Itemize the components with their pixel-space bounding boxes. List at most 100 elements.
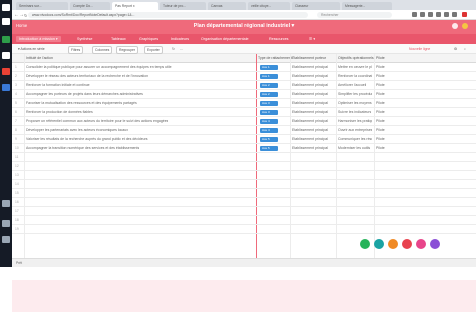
- menu-tab[interactable]: Tableaux: [108, 36, 129, 42]
- settings-icon[interactable]: ⚙: [452, 46, 459, 52]
- type-tag[interactable]: Axe 4: [260, 119, 278, 124]
- table-row[interactable]: 19: [12, 225, 476, 234]
- menu-tab[interactable]: Synthèse: [74, 36, 95, 42]
- table-row[interactable]: 10 Accompagner la transition numérique de…: [12, 144, 476, 153]
- pilot-cell[interactable]: Pilote: [376, 101, 385, 105]
- action-title-cell[interactable]: Développer le réseau des acteurs territo…: [26, 74, 148, 78]
- teal-action-button[interactable]: [374, 239, 384, 249]
- url-field[interactable]: www.vivodocs.com/SoRmt/Doc/ReportNoteDef…: [28, 12, 308, 18]
- pilot-cell[interactable]: Pilote: [376, 83, 385, 87]
- table-row[interactable]: 18: [12, 216, 476, 225]
- column-header[interactable]: Pilote: [376, 56, 385, 60]
- table-row[interactable]: 11: [12, 153, 476, 162]
- action-title-cell[interactable]: Renforcer la formation initiale et conti…: [26, 83, 90, 87]
- type-tag[interactable]: Axe 5: [260, 137, 278, 142]
- type-tag[interactable]: Axe 4: [260, 128, 278, 133]
- browser-tab[interactable]: Compte Do...: [70, 2, 110, 10]
- pilot-cell[interactable]: Pilote: [376, 92, 385, 96]
- pilot-cell[interactable]: Pilote: [376, 119, 385, 123]
- green-action-button[interactable]: [360, 239, 370, 249]
- toolbar-button[interactable]: Regrouper: [116, 46, 139, 54]
- table-row[interactable]: 8 Développer les partenariats avec les ac…: [12, 126, 476, 135]
- table-row[interactable]: 1 Consolider la politique publique pour a…: [12, 63, 476, 72]
- establishment-cell[interactable]: Etablissement principal: [292, 74, 328, 78]
- establishment-cell[interactable]: Etablissement principal: [292, 137, 328, 141]
- extension-icon[interactable]: [412, 12, 417, 17]
- table-row[interactable]: 16: [12, 198, 476, 207]
- page-title[interactable]: Plan départemental régional industriel ▾: [12, 23, 476, 29]
- pilot-cell[interactable]: Pilote: [376, 146, 385, 150]
- objectives-cell[interactable]: Simplifier les procédures: [338, 92, 372, 96]
- table-row[interactable]: 2 Développer le réseau des acteurs territ…: [12, 72, 476, 81]
- user-avatar-icon[interactable]: [462, 23, 468, 29]
- table-row[interactable]: 15: [12, 189, 476, 198]
- objectives-cell[interactable]: Suivre les indicateurs: [338, 110, 371, 114]
- column-header[interactable]: Établissement porteur: [292, 56, 326, 60]
- table-row[interactable]: 9 Valoriser les résultats de la recherche…: [12, 135, 476, 144]
- objectives-cell[interactable]: Mettre en oeuvre le plan d'action: [338, 65, 372, 69]
- browser-tab[interactable]: Classeur: [292, 2, 340, 10]
- type-tag[interactable]: Axe 1: [260, 65, 278, 70]
- establishment-cell[interactable]: Etablissement principal: [292, 92, 328, 96]
- toolbar-button[interactable]: Exporter: [144, 46, 163, 54]
- extension-icon[interactable]: [444, 12, 449, 17]
- establishment-cell[interactable]: Etablissement principal: [292, 65, 328, 69]
- search-icon[interactable]: ⌕: [462, 46, 468, 52]
- toolbar-button[interactable]: Colonnes: [92, 46, 113, 54]
- objectives-cell[interactable]: Harmoniser les pratiques: [338, 119, 372, 123]
- type-tag[interactable]: Axe 3: [260, 101, 278, 106]
- app-blue-icon[interactable]: [2, 84, 10, 91]
- extension-icon[interactable]: [428, 12, 433, 17]
- establishment-cell[interactable]: Etablissement principal: [292, 101, 328, 105]
- browser-tab[interactable]: Messagerie...: [342, 2, 392, 10]
- establishment-cell[interactable]: Etablissement principal: [292, 119, 328, 123]
- table-row[interactable]: 6 Renforcer la production de données fiab…: [12, 108, 476, 117]
- browser-tab[interactable]: Tuteur de pro...: [160, 2, 206, 10]
- toolbar-button[interactable]: Filtres: [68, 46, 84, 54]
- establishment-cell[interactable]: Etablissement principal: [292, 146, 328, 150]
- chrome-icon[interactable]: [2, 68, 10, 75]
- red-action-button[interactable]: [402, 239, 412, 249]
- objectives-cell[interactable]: Communiquer les résultats: [338, 137, 372, 141]
- start-icon[interactable]: [2, 4, 10, 11]
- action-title-cell[interactable]: Renforcer la production de données fiabl…: [26, 110, 93, 114]
- purple-action-button[interactable]: [430, 239, 440, 249]
- reload-button[interactable]: ↻: [24, 13, 27, 18]
- browser-tab[interactable]: Seminars sur...: [16, 2, 68, 10]
- type-tag[interactable]: Axe 1: [260, 74, 278, 79]
- action-title-cell[interactable]: Consolider la politique publique pour as…: [26, 65, 172, 69]
- pilot-cell[interactable]: Pilote: [376, 137, 385, 141]
- action-title-cell[interactable]: Développer les partenariats avec les act…: [26, 128, 128, 132]
- menu-tab[interactable]: Organisation départementale: [198, 36, 252, 42]
- toolbar-button[interactable]: ▾ Actions en série: [16, 46, 47, 52]
- objectives-cell[interactable]: Optimiser les moyens: [338, 101, 372, 105]
- table-row[interactable]: 7 Proposer un référentiel commun aux acte…: [12, 117, 476, 126]
- establishment-cell[interactable]: Etablissement principal: [292, 128, 328, 132]
- type-tag[interactable]: Axe 2: [260, 83, 278, 88]
- extension-icon[interactable]: [452, 12, 457, 17]
- tray-network-icon[interactable]: [2, 220, 10, 227]
- browser-tab[interactable]: veille citoye...: [248, 2, 290, 10]
- extension-icon[interactable]: [436, 12, 441, 17]
- table-row[interactable]: 13: [12, 171, 476, 180]
- column-header[interactable]: Type de rattachement: [258, 56, 292, 60]
- extension-icon[interactable]: [420, 12, 425, 17]
- type-tag[interactable]: Axe 2: [260, 92, 278, 97]
- toolbar-button[interactable]: …: [178, 46, 185, 52]
- tray-volume-icon[interactable]: [2, 236, 10, 243]
- objectives-cell[interactable]: Ouvrir aux entreprises: [338, 128, 372, 132]
- tray-icon[interactable]: [2, 200, 10, 207]
- action-title-cell[interactable]: Accompagner les porteurs de projets dans…: [26, 92, 143, 96]
- table-row[interactable]: 3 Renforcer la formation initiale et cont…: [12, 81, 476, 90]
- action-title-cell[interactable]: Proposer un référentiel commun aux acteu…: [26, 119, 168, 123]
- pink-action-button[interactable]: [416, 239, 426, 249]
- table-row[interactable]: 5 Favoriser la mutualisation des ressourc…: [12, 99, 476, 108]
- menu-tab[interactable]: Graphiques: [136, 36, 161, 42]
- table-row[interactable]: 12: [12, 162, 476, 171]
- menu-tab[interactable]: Indicateurs: [168, 36, 192, 42]
- action-title-cell[interactable]: Valoriser les résultats de la recherche …: [26, 137, 148, 141]
- objectives-cell[interactable]: Moderniser les outils: [338, 146, 370, 150]
- orange-action-button[interactable]: [388, 239, 398, 249]
- menu-tab[interactable]: ☰ ▾: [306, 36, 318, 42]
- pilot-cell[interactable]: Pilote: [376, 110, 385, 114]
